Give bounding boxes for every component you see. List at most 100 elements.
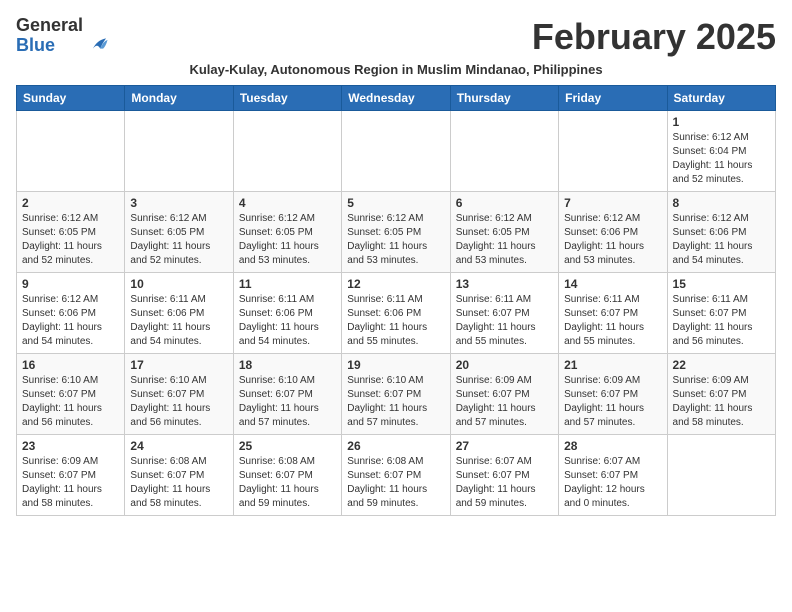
day-number: 21 (564, 358, 661, 372)
calendar-cell: 22Sunrise: 6:09 AM Sunset: 6:07 PM Dayli… (667, 354, 775, 435)
calendar-cell (559, 111, 667, 192)
calendar-cell: 26 Sunrise: 6:08 AM Sunset: 6:07 PM Dayli… (342, 435, 450, 516)
weekday-header-monday: Monday (125, 86, 233, 111)
day-info: Sunrise: 6:12 AM Sunset: 6:06 PM Dayligh… (564, 212, 661, 268)
calendar-cell: 20 Sunrise: 6:09 AM Sunset: 6:07 PM Dayli… (450, 354, 558, 435)
week-row-3: 9Sunrise: 6:12 AM Sunset: 6:06 PM Daylig… (17, 273, 776, 354)
day-number: 26 (347, 439, 444, 453)
day-info: Sunrise: 6:11 AM Sunset: 6:06 PM Dayligh… (239, 293, 336, 349)
calendar-cell: 2 Sunrise: 6:12 AM Sunset: 6:05 PM Daylig… (17, 192, 125, 273)
month-title: February 2025 (532, 16, 776, 58)
calendar-cell (125, 111, 233, 192)
calendar-cell (233, 111, 341, 192)
day-number: 6 (456, 196, 553, 210)
day-info: Sunrise: 6:11 AM Sunset: 6:06 PM Dayligh… (347, 293, 444, 349)
weekday-header-wednesday: Wednesday (342, 86, 450, 111)
day-number: 15 (673, 277, 770, 291)
calendar-cell: 13 Sunrise: 6:11 AM Sunset: 6:07 PM Dayli… (450, 273, 558, 354)
day-info: Sunrise: 6:09 AM Sunset: 6:07 PM Dayligh… (456, 374, 553, 430)
day-number: 4 (239, 196, 336, 210)
day-info: Sunrise: 6:08 AM Sunset: 6:07 PM Dayligh… (347, 455, 444, 511)
day-info: Sunrise: 6:12 AM Sunset: 6:05 PM Dayligh… (456, 212, 553, 268)
day-number: 27 (456, 439, 553, 453)
calendar-cell: 11 Sunrise: 6:11 AM Sunset: 6:06 PM Dayli… (233, 273, 341, 354)
day-number: 2 (22, 196, 119, 210)
week-row-4: 16 Sunrise: 6:10 AM Sunset: 6:07 PM Dayli… (17, 354, 776, 435)
day-info: Sunrise: 6:12 AM Sunset: 6:04 PM Dayligh… (673, 131, 770, 187)
day-number: 22 (673, 358, 770, 372)
week-row-2: 2 Sunrise: 6:12 AM Sunset: 6:05 PM Daylig… (17, 192, 776, 273)
day-number: 10 (130, 277, 227, 291)
calendar-cell: 24 Sunrise: 6:08 AM Sunset: 6:07 PM Dayli… (125, 435, 233, 516)
calendar-cell: 15Sunrise: 6:11 AM Sunset: 6:07 PM Dayli… (667, 273, 775, 354)
day-number: 20 (456, 358, 553, 372)
day-number: 1 (673, 115, 770, 129)
day-number: 25 (239, 439, 336, 453)
logo-general-text: General (16, 15, 83, 35)
calendar-cell: 25 Sunrise: 6:08 AM Sunset: 6:07 PM Dayli… (233, 435, 341, 516)
day-number: 19 (347, 358, 444, 372)
day-number: 16 (22, 358, 119, 372)
day-info: Sunrise: 6:10 AM Sunset: 6:07 PM Dayligh… (130, 374, 227, 430)
day-info: Sunrise: 6:12 AM Sunset: 6:05 PM Dayligh… (22, 212, 119, 268)
day-info: Sunrise: 6:12 AM Sunset: 6:05 PM Dayligh… (347, 212, 444, 268)
calendar-cell: 21 Sunrise: 6:09 AM Sunset: 6:07 PM Dayli… (559, 354, 667, 435)
day-number: 13 (456, 277, 553, 291)
weekday-header-thursday: Thursday (450, 86, 558, 111)
day-number: 11 (239, 277, 336, 291)
calendar-cell: 23Sunrise: 6:09 AM Sunset: 6:07 PM Dayli… (17, 435, 125, 516)
day-info: Sunrise: 6:12 AM Sunset: 6:06 PM Dayligh… (22, 293, 119, 349)
calendar-cell: 9Sunrise: 6:12 AM Sunset: 6:06 PM Daylig… (17, 273, 125, 354)
day-info: Sunrise: 6:08 AM Sunset: 6:07 PM Dayligh… (130, 455, 227, 511)
day-info: Sunrise: 6:10 AM Sunset: 6:07 PM Dayligh… (239, 374, 336, 430)
weekday-header-tuesday: Tuesday (233, 86, 341, 111)
day-info: Sunrise: 6:12 AM Sunset: 6:06 PM Dayligh… (673, 212, 770, 268)
calendar-cell: 19 Sunrise: 6:10 AM Sunset: 6:07 PM Dayli… (342, 354, 450, 435)
calendar-cell (342, 111, 450, 192)
day-info: Sunrise: 6:07 AM Sunset: 6:07 PM Dayligh… (564, 455, 661, 511)
calendar-cell: 28 Sunrise: 6:07 AM Sunset: 6:07 PM Dayli… (559, 435, 667, 516)
day-number: 3 (130, 196, 227, 210)
calendar-cell: 8 Sunrise: 6:12 AM Sunset: 6:06 PM Daylig… (667, 192, 775, 273)
calendar-cell: 10 Sunrise: 6:11 AM Sunset: 6:06 PM Dayli… (125, 273, 233, 354)
day-number: 24 (130, 439, 227, 453)
calendar-cell: 4Sunrise: 6:12 AM Sunset: 6:05 PM Daylig… (233, 192, 341, 273)
day-number: 8 (673, 196, 770, 210)
calendar-cell: 16Sunrise: 6:10 AM Sunset: 6:07 PM Dayli… (17, 354, 125, 435)
calendar-table: SundayMondayTuesdayWednesdayThursdayFrid… (16, 85, 776, 516)
day-info: Sunrise: 6:09 AM Sunset: 6:07 PM Dayligh… (22, 455, 119, 511)
calendar-cell: 14 Sunrise: 6:11 AM Sunset: 6:07 PM Dayli… (559, 273, 667, 354)
day-info: Sunrise: 6:11 AM Sunset: 6:07 PM Dayligh… (564, 293, 661, 349)
day-number: 7 (564, 196, 661, 210)
logo: General Blue (16, 16, 109, 56)
day-number: 18 (239, 358, 336, 372)
day-info: Sunrise: 6:11 AM Sunset: 6:06 PM Dayligh… (130, 293, 227, 349)
calendar-subtitle: Kulay-Kulay, Autonomous Region in Muslim… (16, 62, 776, 77)
day-info: Sunrise: 6:09 AM Sunset: 6:07 PM Dayligh… (564, 374, 661, 430)
day-number: 28 (564, 439, 661, 453)
calendar-cell: 12 Sunrise: 6:11 AM Sunset: 6:06 PM Dayli… (342, 273, 450, 354)
calendar-cell: 1 Sunrise: 6:12 AM Sunset: 6:04 PM Daylig… (667, 111, 775, 192)
day-info: Sunrise: 6:11 AM Sunset: 6:07 PM Dayligh… (456, 293, 553, 349)
logo-bird-icon (87, 34, 109, 56)
weekday-header-sunday: Sunday (17, 86, 125, 111)
day-number: 17 (130, 358, 227, 372)
day-info: Sunrise: 6:07 AM Sunset: 6:07 PM Dayligh… (456, 455, 553, 511)
day-number: 12 (347, 277, 444, 291)
day-number: 5 (347, 196, 444, 210)
calendar-cell (17, 111, 125, 192)
calendar-cell (667, 435, 775, 516)
calendar-cell: 3Sunrise: 6:12 AM Sunset: 6:05 PM Daylig… (125, 192, 233, 273)
calendar-cell (450, 111, 558, 192)
weekday-header-row: SundayMondayTuesdayWednesdayThursdayFrid… (17, 86, 776, 111)
logo-blue-text: Blue (16, 35, 55, 55)
week-row-5: 23Sunrise: 6:09 AM Sunset: 6:07 PM Dayli… (17, 435, 776, 516)
calendar-cell: 27 Sunrise: 6:07 AM Sunset: 6:07 PM Dayli… (450, 435, 558, 516)
weekday-header-friday: Friday (559, 86, 667, 111)
calendar-cell: 6 Sunrise: 6:12 AM Sunset: 6:05 PM Daylig… (450, 192, 558, 273)
day-info: Sunrise: 6:08 AM Sunset: 6:07 PM Dayligh… (239, 455, 336, 511)
weekday-header-saturday: Saturday (667, 86, 775, 111)
day-number: 14 (564, 277, 661, 291)
calendar-cell: 7 Sunrise: 6:12 AM Sunset: 6:06 PM Daylig… (559, 192, 667, 273)
day-info: Sunrise: 6:10 AM Sunset: 6:07 PM Dayligh… (347, 374, 444, 430)
